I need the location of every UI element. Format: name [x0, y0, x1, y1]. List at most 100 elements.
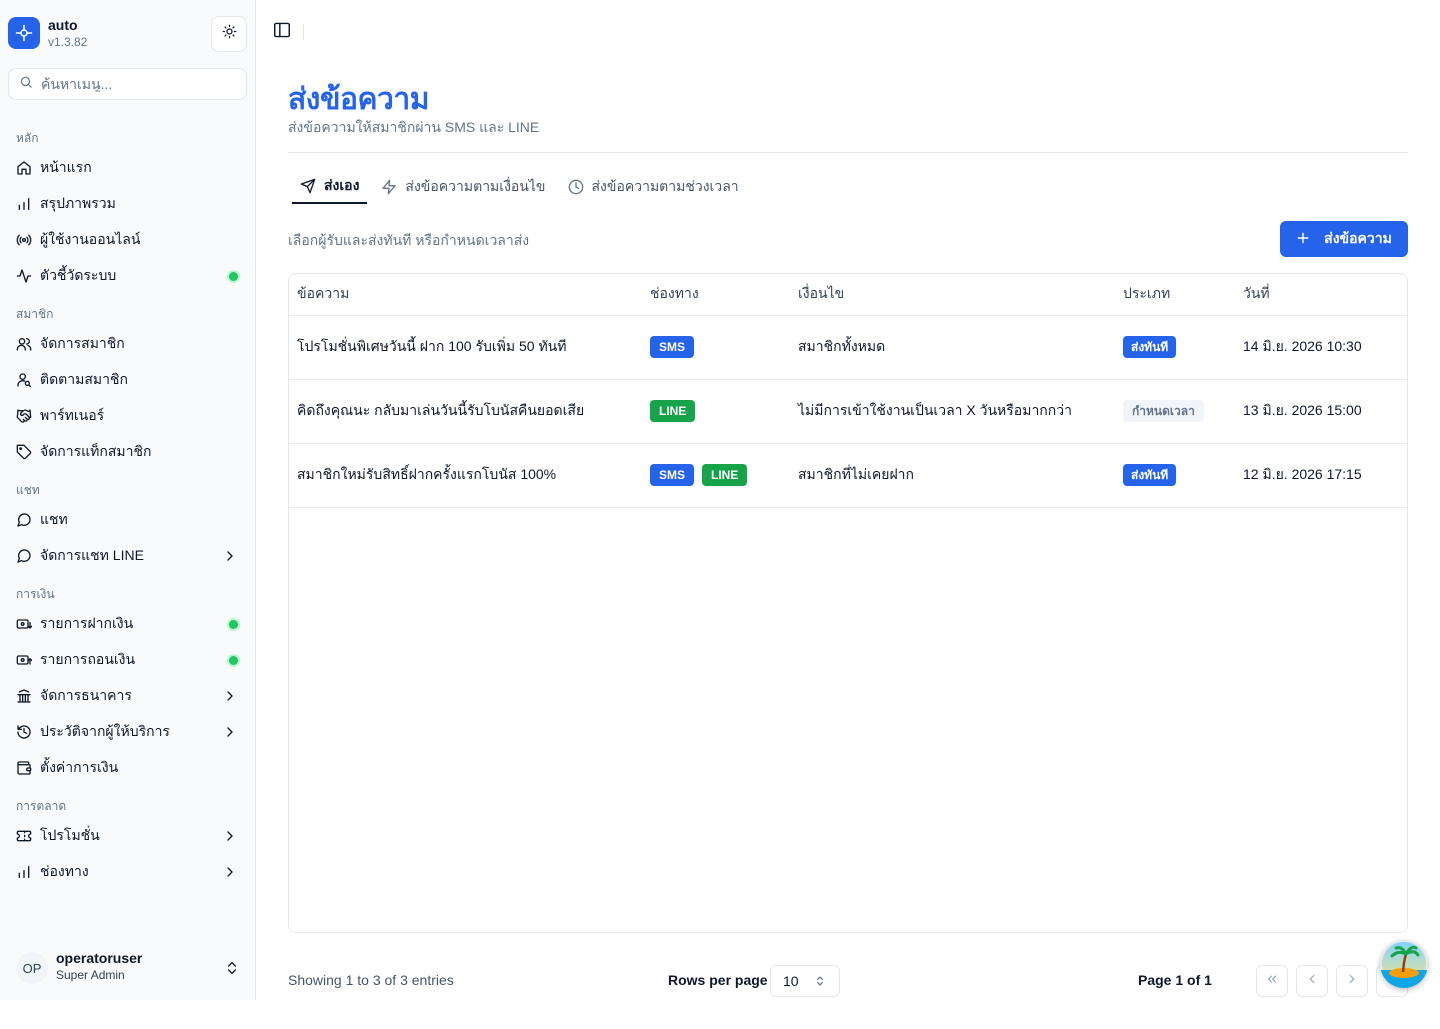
channel-badge: LINE [702, 464, 748, 486]
column-header-channel[interactable]: ช่องทาง [642, 274, 790, 316]
table-row[interactable]: โปรโมชั่นพิเศษวันนี้ ฝาก 100 รับเพิ่ม 50… [289, 315, 1407, 380]
sidebar-item[interactable]: จัดการสมาชิก [0, 326, 256, 362]
send-message-button-label: ส่งข้อความ [1324, 230, 1392, 246]
condition-cell: ไม่มีการเข้าใช้งานเป็นเวลา X วันหรือมากก… [790, 379, 1115, 444]
chevrons-left-icon [1265, 972, 1279, 991]
history-icon [16, 724, 32, 740]
tab-label: ส่งข้อความตามช่วงเวลา [591, 178, 739, 194]
condition-cell: สมาชิกทั้งหมด [790, 315, 1115, 380]
date-cell: 12 มิ.ย. 2026 17:15 [1235, 443, 1407, 508]
sidebar-item-label: หน้าแรก [40, 159, 92, 175]
sidebar-item[interactable]: ช่องทาง [0, 854, 256, 890]
app-logo-icon [8, 17, 40, 49]
sun-icon [222, 24, 237, 44]
avatar: OP [16, 952, 48, 984]
type-badge: กำหนดเวลา [1123, 400, 1204, 422]
column-header-condition[interactable]: เงื่อนไข [790, 274, 1115, 316]
date-cell: 13 มิ.ย. 2026 15:00 [1235, 379, 1407, 444]
sidebar: auto v1.3.82 หลักหน้าแรกสรุปภาพรวมผู้ใช้… [0, 0, 256, 1000]
sidebar-item[interactable]: ตัวชี้วัดระบบ [0, 258, 256, 294]
sidebar-item[interactable]: ตั้งค่าการเงิน [0, 750, 256, 786]
floating-assistant-button[interactable] [1380, 940, 1428, 988]
column-header-message[interactable]: ข้อความ [289, 274, 642, 316]
tab[interactable]: ส่งข้อความตามเงื่อนไข [373, 170, 553, 204]
sidebar-item-label: ตัวชี้วัดระบบ [40, 267, 117, 283]
sidebar-item-label: จัดการแท็กสมาชิก [40, 443, 152, 459]
user-role: Super Admin [56, 968, 125, 982]
sidebar-section: การตลาด โปรโมชั่น ช่องทาง [0, 794, 256, 890]
message-circle-icon [16, 548, 32, 564]
app-name: auto [48, 17, 78, 33]
sidebar-item[interactable]: พาร์ทเนอร์ [0, 398, 256, 434]
type-cell: ส่งทันที [1115, 315, 1235, 380]
type-badge: ส่งทันที [1123, 336, 1177, 358]
tab[interactable]: ส่งเอง [292, 170, 368, 204]
first-page-button[interactable] [1256, 965, 1288, 997]
users-icon [16, 336, 32, 352]
send-message-button[interactable]: ส่งข้อความ [1280, 221, 1408, 257]
sidebar-item[interactable]: รายการถอนเงิน [0, 642, 256, 678]
status-dot [229, 656, 238, 665]
helper-text: เลือกผู้รับและส่งทันที หรือกำหนดเวลาส่ง [288, 232, 530, 248]
next-page-button[interactable] [1336, 965, 1368, 997]
menu-search-input[interactable] [41, 76, 231, 92]
sidebar-section: หลัก หน้าแรก สรุปภาพรวม ผู้ใช้งานออนไลน์ ตัว… [0, 126, 256, 294]
column-header-date[interactable]: วันที่ [1235, 274, 1407, 316]
bar-chart-icon [16, 196, 32, 212]
sidebar-item[interactable]: รายการฝากเงิน [0, 606, 256, 642]
condition-cell: สมาชิกที่ไม่เคยฝาก [790, 443, 1115, 508]
chevron-right-icon [222, 548, 238, 564]
sidebar-section-label: สมาชิก [16, 307, 54, 321]
sidebar-item[interactable]: จัดการแชท LINE [0, 538, 256, 574]
sidebar-item-label: ประวัติจากผู้ให้บริการ [40, 723, 170, 739]
channel-cell: LINE [642, 379, 790, 444]
tab[interactable]: ส่งข้อความตามช่วงเวลา [560, 170, 747, 204]
status-dot [229, 620, 238, 629]
bank-icon [16, 688, 32, 704]
tag-icon [16, 444, 32, 460]
channel-badge: SMS [650, 464, 695, 486]
sidebar-section: สมาชิกจัดการสมาชิกติดตามสมาชิก พาร์ทเนอร์… [0, 302, 256, 470]
rows-per-page-value: 10 [783, 973, 799, 989]
column-header-type[interactable]: ประเภท [1115, 274, 1235, 316]
sidebar-item-label: สรุปภาพรวม [40, 195, 116, 211]
sidebar-item-label: รายการฝากเงิน [40, 615, 134, 631]
menu-search [8, 68, 247, 100]
sidebar-item[interactable]: โปรโมชั่น [0, 818, 256, 854]
message-tabs: ส่งเอง ส่งข้อความตามเงื่อนไข ส่งข้อความตาม… [292, 170, 753, 206]
rows-per-page-label: Rows per page [668, 972, 768, 988]
panel-left-icon [273, 22, 291, 43]
table-row[interactable]: คิดถึงคุณนะ กลับมาเล่นวันนี้รับโบนัสคืนย… [289, 379, 1407, 444]
page-info: Page 1 of 1 [1138, 972, 1212, 988]
page-title: ส่งข้อความ [288, 83, 430, 116]
rows-per-page-select[interactable]: 10 [770, 965, 840, 997]
table-header-row: ข้อความ ช่องทาง เงื่อนไข ประเภท วันที่ [289, 274, 1407, 316]
user-search-icon [16, 372, 32, 388]
message-circle-icon [16, 512, 32, 528]
sidebar-item[interactable]: ประวัติจากผู้ให้บริการ [0, 714, 256, 750]
theme-toggle-button[interactable] [211, 16, 247, 52]
message-cell: สมาชิกใหม่รับสิทธิ์ฝากครั้งแรกโบนัส 100% [289, 443, 642, 508]
sidebar-item[interactable]: แชท [0, 502, 256, 538]
sidebar-item[interactable]: หน้าแรก [0, 150, 256, 186]
tab-label: ส่งข้อความตามเงื่อนไข [405, 178, 546, 194]
type-cell: ส่งทันที [1115, 443, 1235, 508]
sidebar-item[interactable]: สรุปภาพรวม [0, 186, 256, 222]
user-menu[interactable]: OP operatoruser Super Admin [8, 948, 248, 988]
sidebar-toggle-button[interactable] [272, 22, 292, 43]
previous-page-button[interactable] [1296, 965, 1328, 997]
sidebar-item[interactable]: จัดการธนาคาร [0, 678, 256, 714]
sidebar-section: แชท แชท จัดการแชท LINE [0, 478, 256, 574]
sidebar-item-label: จัดการสมาชิก [40, 335, 125, 351]
activity-icon [16, 268, 32, 284]
sidebar-item[interactable]: จัดการแท็กสมาชิก [0, 434, 256, 470]
home-icon [16, 160, 32, 176]
status-dot [229, 272, 238, 281]
sidebar-item[interactable]: ผู้ใช้งานออนไลน์ [0, 222, 256, 258]
table-row[interactable]: สมาชิกใหม่รับสิทธิ์ฝากครั้งแรกโบนัส 100%… [289, 443, 1407, 508]
chevron-right-icon [222, 828, 238, 844]
ticket-icon [16, 828, 32, 844]
brand: auto v1.3.82 [8, 16, 248, 52]
radio-icon [16, 232, 32, 248]
sidebar-item[interactable]: ติดตามสมาชิก [0, 362, 256, 398]
